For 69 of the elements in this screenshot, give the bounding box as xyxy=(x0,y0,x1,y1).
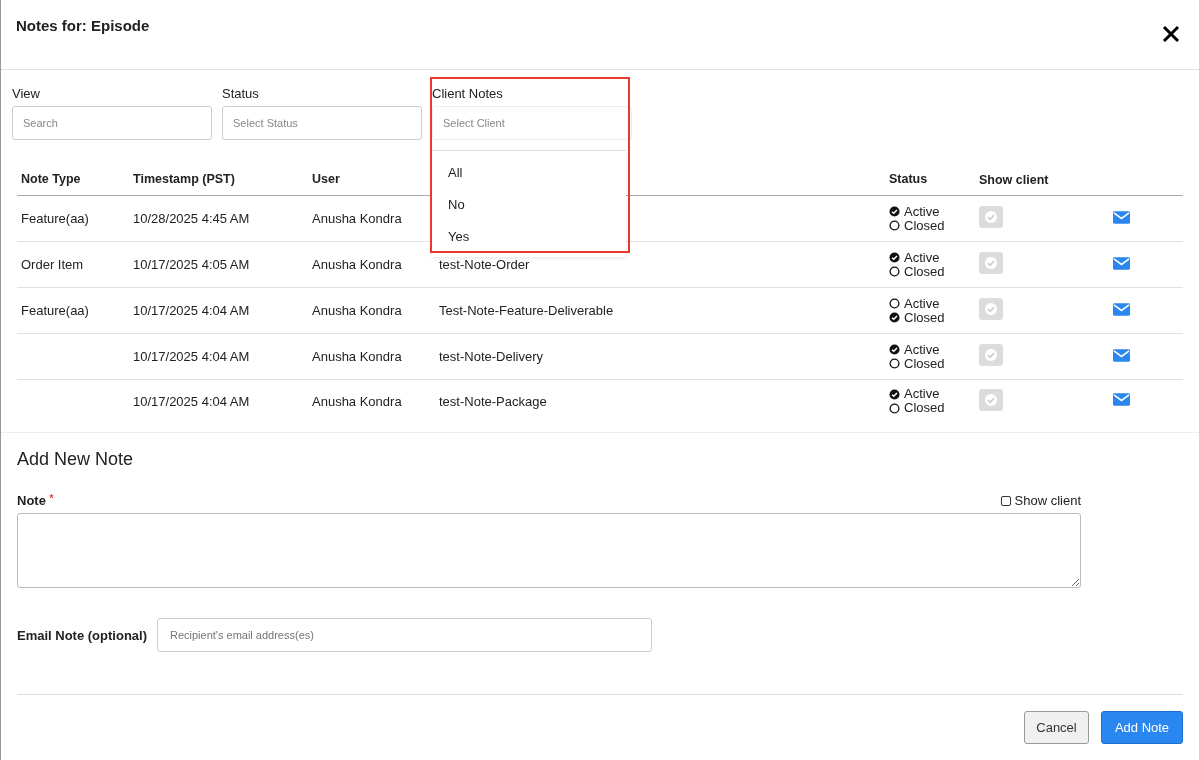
email-icon[interactable] xyxy=(1113,348,1130,362)
filter-label: Status xyxy=(222,86,260,101)
email-icon[interactable] xyxy=(1113,393,1130,406)
column-header: Status xyxy=(889,172,929,186)
section-heading: Add New Note xyxy=(17,449,134,470)
dropdown-option[interactable]: Yes xyxy=(432,221,626,253)
radio-icon[interactable] xyxy=(889,298,900,309)
close-icon[interactable] xyxy=(1161,24,1181,44)
modal-title: Notes for: Episode xyxy=(16,17,150,34)
check-toggle-icon[interactable] xyxy=(979,298,1003,320)
email-icon[interactable] xyxy=(1113,210,1130,224)
table-cell: Order Item xyxy=(21,257,84,272)
status-label: Closed xyxy=(904,401,945,415)
add-note-button[interactable]: Add Note xyxy=(1101,711,1183,744)
show-client-checkbox[interactable]: Show client xyxy=(1000,493,1081,508)
cancel-button[interactable]: Cancel xyxy=(1024,711,1089,744)
radio-icon[interactable] xyxy=(889,358,900,369)
table-cell: Feature(aa) xyxy=(21,303,89,318)
dropdown-option[interactable]: No xyxy=(432,189,626,221)
email-field[interactable]: Recipient's email address(es) xyxy=(157,618,652,652)
status-label: Active xyxy=(904,296,940,311)
table-cell: Anusha Kondra xyxy=(312,211,402,226)
check-toggle-icon[interactable] xyxy=(979,388,1003,411)
column-header: Note Type xyxy=(20,172,82,186)
email-icon[interactable] xyxy=(1113,256,1130,270)
check-toggle-icon[interactable] xyxy=(979,344,1003,366)
table-cell: test-Note-Delivery xyxy=(439,349,544,364)
status-label: Closed xyxy=(904,218,945,233)
filter-label: Client Notes xyxy=(432,86,504,101)
table-cell: test-Note-Package xyxy=(439,393,547,409)
filter-field[interactable]: Select Status xyxy=(222,106,422,140)
radio-icon[interactable] xyxy=(889,388,900,400)
table-cell: Feature(aa) xyxy=(21,211,89,226)
status-label: Active xyxy=(904,342,940,357)
note-label: Note * xyxy=(17,493,54,508)
status-label: Closed xyxy=(904,356,945,371)
filter-field[interactable]: Search xyxy=(12,106,212,140)
table-cell: Anusha Kondra xyxy=(312,303,402,318)
check-toggle-icon[interactable] xyxy=(979,252,1003,274)
table-cell: 10/17/2025 4:04 AM xyxy=(133,349,250,364)
email-label: Email Note (optional) xyxy=(17,627,147,643)
radio-icon[interactable] xyxy=(889,220,900,231)
table-cell: Test-Note-Feature-Deliverable xyxy=(439,303,614,318)
status-label: Closed xyxy=(904,264,945,279)
status-label: Active xyxy=(904,387,940,401)
email-icon[interactable] xyxy=(1113,302,1130,316)
column-header: Timestamp (PST) xyxy=(133,172,236,186)
dropdown-option[interactable]: All xyxy=(432,157,626,189)
table-cell: Anusha Kondra xyxy=(312,257,402,272)
table-cell: 10/17/2025 4:05 AM xyxy=(133,257,250,272)
radio-icon[interactable] xyxy=(889,252,900,263)
status-label: Active xyxy=(904,250,940,265)
radio-icon[interactable] xyxy=(889,312,900,323)
status-label: Closed xyxy=(904,310,945,325)
radio-icon[interactable] xyxy=(889,402,900,414)
radio-icon[interactable] xyxy=(889,206,900,217)
table-cell: 10/17/2025 4:04 AM xyxy=(133,393,250,409)
column-header: User xyxy=(312,172,341,186)
column-header: Show client xyxy=(979,173,1050,186)
table-cell: Anusha Kondra xyxy=(312,393,402,409)
table-cell: 10/28/2025 4:45 AM xyxy=(133,211,250,226)
radio-icon[interactable] xyxy=(889,266,900,277)
check-toggle-icon[interactable] xyxy=(979,206,1003,228)
filter-label: View xyxy=(12,86,41,101)
table-cell: Anusha Kondra xyxy=(312,349,402,364)
table-cell: 10/17/2025 4:04 AM xyxy=(133,303,250,318)
radio-icon[interactable] xyxy=(889,344,900,355)
table-cell: test-Note-Order xyxy=(439,257,530,272)
status-label: Active xyxy=(904,204,940,219)
